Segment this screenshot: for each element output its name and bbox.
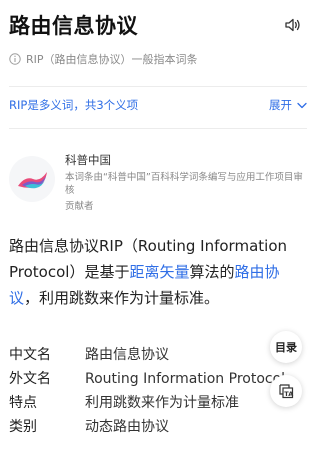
chevron-down-icon[interactable] xyxy=(297,102,307,109)
summary-text: ，利用跳数来作为计量标准。 xyxy=(24,289,220,307)
info-key: 外文名 xyxy=(9,371,51,387)
polysemy-text[interactable]: RIP是多义词，共3个义项 xyxy=(9,97,138,113)
link-distance-vector[interactable]: 距离矢量 xyxy=(129,263,189,281)
info-icon xyxy=(9,53,21,65)
kepu-china-logo xyxy=(9,156,55,202)
toc-label[interactable]: 目录 xyxy=(275,339,297,355)
contributor-description: 本词条由“科普中国”百科科学词条编写与应用工作项目审核 xyxy=(65,172,303,196)
info-value: 路由信息协议 xyxy=(85,347,169,363)
contributor-name[interactable]: 科普中国 xyxy=(65,152,305,168)
summary-text: 算法的 xyxy=(189,263,235,281)
polysemy-bar[interactable]: RIP是多义词，共3个义项 展开 xyxy=(9,97,307,115)
info-key: 特点 xyxy=(9,395,37,411)
info-value: 动态路由协议 xyxy=(85,419,169,435)
info-row: 类别 动态路由协议 xyxy=(9,415,309,439)
basic-info-table: 中文名 路由信息协议 外文名 Routing Information Proto… xyxy=(9,343,309,439)
divider xyxy=(9,86,307,87)
speaker-icon[interactable] xyxy=(284,16,302,34)
info-row: 外文名 Routing Information Protocol xyxy=(9,367,309,391)
contributor-card[interactable]: 科普中国 本词条由“科普中国”百科科学词条编写与应用工作项目审核 贡献者 xyxy=(9,148,307,214)
toc-button[interactable]: 目录 xyxy=(270,331,302,363)
info-value: 利用跳数来作为计量标准 xyxy=(85,395,239,411)
svg-text:TA: TA xyxy=(284,390,293,398)
expand-label[interactable]: 展开 xyxy=(269,97,292,113)
notice-text: RIP（路由信息协议）一般指本词条 xyxy=(26,53,198,66)
summary-paragraph: 路由信息协议RIP（Routing Information Protocol）是… xyxy=(9,233,305,311)
info-key: 中文名 xyxy=(9,347,51,363)
header: 路由信息协议 xyxy=(0,0,316,50)
contributor-role: 贡献者 xyxy=(65,201,94,212)
translate-icon[interactable]: TA xyxy=(278,383,294,399)
expand-button[interactable]: 展开 xyxy=(269,97,307,113)
info-value: Routing Information Protocol xyxy=(85,371,286,387)
translate-button[interactable]: TA xyxy=(270,375,302,407)
page-title: 路由信息协议 xyxy=(9,14,138,38)
info-row: 中文名 路由信息协议 xyxy=(9,343,309,367)
info-key: 类别 xyxy=(9,419,37,435)
disambiguation-notice: RIP（路由信息协议）一般指本词条 xyxy=(9,51,198,67)
divider xyxy=(9,128,307,129)
info-row: 特点 利用跳数来作为计量标准 xyxy=(9,391,309,415)
